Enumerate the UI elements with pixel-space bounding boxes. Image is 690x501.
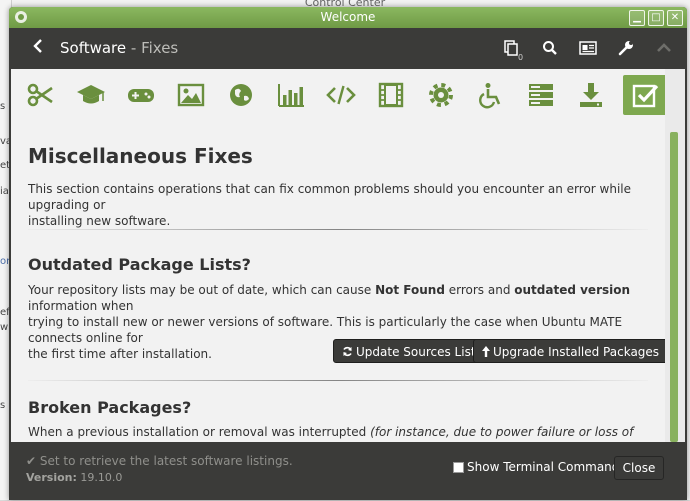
- page-subtitle: Fixes: [141, 39, 179, 57]
- category-bar: [11, 69, 665, 121]
- background-sidebar-text: s: [0, 101, 6, 112]
- version-label: Version:: [26, 471, 77, 484]
- page-title-main: Software: [60, 39, 127, 57]
- category-system-tools[interactable]: [419, 75, 463, 115]
- emphasis-outdated-version: outdated version: [514, 283, 631, 297]
- search-icon: [543, 41, 557, 55]
- queue-count: 0: [518, 53, 524, 62]
- maximize-button[interactable]: □: [648, 10, 664, 26]
- news-button[interactable]: [579, 39, 597, 57]
- search-button[interactable]: [541, 39, 559, 57]
- category-downloads[interactable]: [569, 75, 613, 115]
- content-area: Miscellaneous Fixes This section contain…: [11, 69, 665, 442]
- broken-text: When a previous installation or removal …: [28, 424, 638, 442]
- outdated-heading: Outdated Package Lists?: [28, 255, 251, 274]
- divider: [28, 380, 648, 381]
- background-sidebar-text: s: [0, 400, 6, 411]
- scrollbar-thumb[interactable]: [670, 132, 678, 442]
- show-terminal-checkbox[interactable]: [453, 461, 464, 473]
- film-icon: [378, 82, 404, 108]
- show-terminal-label: Show Terminal Commands: [467, 460, 626, 474]
- category-accessories[interactable]: [19, 75, 63, 115]
- background-sidebar-text: ia: [0, 186, 9, 197]
- footer-bar: ✔ Set to retrieve the latest software li…: [11, 442, 685, 500]
- divider: [28, 229, 648, 230]
- broken-heading: Broken Packages?: [28, 398, 192, 417]
- close-button[interactable]: Close: [614, 456, 664, 480]
- cog-icon: [429, 83, 453, 107]
- update-sources-label: Update Sources List: [356, 345, 476, 359]
- intro-text-line: This section contains operations that ca…: [28, 182, 632, 212]
- header-bar: Software - Fixes 0: [11, 28, 685, 69]
- emphasis-not-found: Not Found: [375, 283, 445, 297]
- check-icon: ✔: [26, 454, 37, 468]
- code-icon: [326, 85, 356, 105]
- category-office[interactable]: [269, 75, 313, 115]
- page-title: Software - Fixes: [60, 38, 178, 58]
- check-square-icon: [632, 84, 659, 108]
- wrench-icon: [618, 41, 633, 56]
- scroll-top-button[interactable]: [655, 39, 673, 57]
- version-number: 19.10.0: [80, 471, 123, 484]
- intro-text-line: installing new software.: [28, 214, 171, 228]
- text-run: Your repository lists may be out of date…: [28, 283, 376, 297]
- intro-text: This section contains operations that ca…: [28, 181, 638, 229]
- window-title: Welcome: [320, 10, 376, 24]
- image-icon: [177, 83, 205, 107]
- scissors-icon: [27, 83, 53, 107]
- globe-icon: [230, 84, 252, 106]
- queue-button[interactable]: 0: [503, 39, 523, 62]
- bar-chart-icon: [278, 84, 304, 107]
- text-run: When a previous installation or removal …: [28, 425, 371, 439]
- category-graphics[interactable]: [169, 75, 213, 115]
- preferences-button[interactable]: [617, 39, 635, 57]
- category-programming[interactable]: [319, 75, 363, 115]
- category-games[interactable]: [119, 75, 163, 115]
- download-icon: [580, 83, 602, 107]
- version-text: Version: 19.10.0: [26, 471, 122, 484]
- status-text: ✔ Set to retrieve the latest software li…: [26, 454, 293, 468]
- back-button[interactable]: [29, 37, 47, 59]
- show-terminal-toggle[interactable]: Show Terminal Commands: [453, 460, 626, 474]
- gamepad-icon: [128, 89, 154, 102]
- category-universal-access[interactable]: [469, 75, 513, 115]
- category-fixes[interactable]: [623, 75, 665, 115]
- update-sources-button[interactable]: Update Sources List: [333, 339, 485, 363]
- close-window-button[interactable]: ✕: [667, 10, 683, 26]
- news-icon: [579, 41, 597, 55]
- category-internet[interactable]: [219, 75, 263, 115]
- status-message: Set to retrieve the latest software list…: [39, 454, 293, 468]
- title-separator: -: [126, 39, 142, 57]
- minimize-button[interactable]: ▁: [629, 10, 645, 26]
- category-sound-video[interactable]: [369, 75, 413, 115]
- upgrade-packages-label: Upgrade Installed Packages: [493, 345, 660, 359]
- chevron-up-icon: [657, 43, 671, 52]
- category-education[interactable]: [69, 75, 113, 115]
- text-run: errors and: [444, 283, 515, 297]
- section-heading: Miscellaneous Fixes: [28, 144, 253, 168]
- server-icon: [529, 84, 553, 106]
- category-servers[interactable]: [519, 75, 563, 115]
- arrow-up-icon: [482, 346, 490, 357]
- upgrade-packages-button[interactable]: Upgrade Installed Packages: [473, 339, 665, 363]
- text-run: information when: [28, 299, 134, 313]
- background-window-title: Control Center: [0, 0, 690, 6]
- welcome-window: Welcome ▁ □ ✕ Software - Fixes 0 Miscell…: [9, 7, 687, 500]
- graduation-cap-icon: [77, 85, 105, 104]
- chevron-left-icon: [33, 39, 42, 53]
- scrollbar[interactable]: [665, 69, 685, 442]
- text-run: the first time after installation.: [28, 347, 212, 361]
- title-bar[interactable]: Welcome ▁ □ ✕: [9, 7, 687, 28]
- accessibility-icon: [479, 83, 501, 109]
- refresh-icon: [343, 346, 352, 357]
